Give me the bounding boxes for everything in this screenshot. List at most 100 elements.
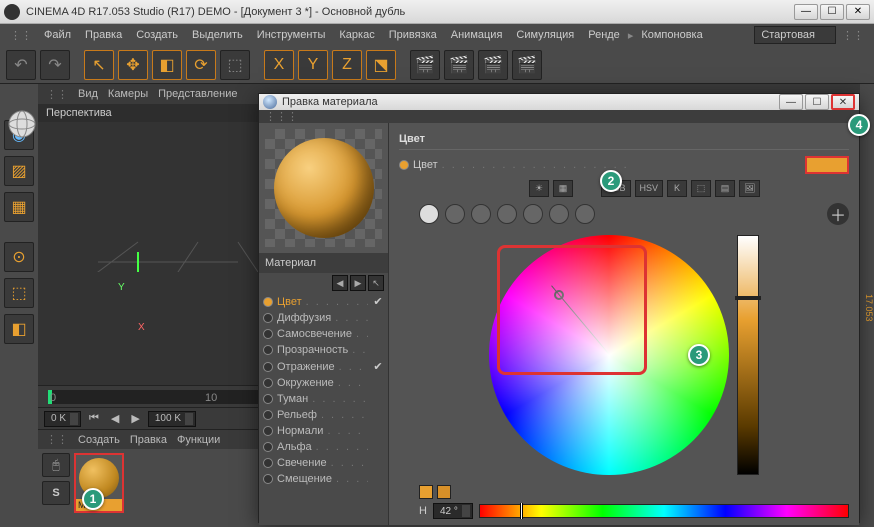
dialog-close-button[interactable]: ✕ bbox=[831, 94, 855, 110]
menu-tools[interactable]: Инструменты bbox=[251, 27, 332, 43]
goto-start-button[interactable]: ⏮ bbox=[85, 412, 103, 425]
menu-compositing[interactable]: Компоновка bbox=[635, 27, 708, 43]
next-material-button[interactable]: ▶ bbox=[350, 275, 366, 291]
channel-Альфа[interactable]: Альфа . . . . . . . bbox=[259, 439, 388, 455]
channel-Нормали[interactable]: Нормали . . . . . . . bbox=[259, 423, 388, 439]
poly-mode[interactable]: ◧ bbox=[4, 314, 34, 344]
picture-mode[interactable]: 🖼 bbox=[739, 180, 760, 197]
channel-check[interactable]: ✔ bbox=[372, 295, 384, 308]
redo-button[interactable]: ↷ bbox=[40, 50, 70, 80]
menu-mesh[interactable]: Каркас bbox=[333, 27, 380, 43]
channel-radio[interactable] bbox=[263, 313, 273, 323]
scale-tool[interactable]: ◧ bbox=[152, 50, 182, 80]
channel-radio[interactable] bbox=[263, 394, 273, 404]
channel-check[interactable]: ✔ bbox=[372, 360, 384, 373]
channel-radio[interactable] bbox=[263, 297, 273, 307]
menu-animation[interactable]: Анимация bbox=[445, 27, 509, 43]
menu-select[interactable]: Выделить bbox=[186, 27, 249, 43]
spectrum-mode[interactable]: ▦ bbox=[553, 180, 573, 197]
menu-create[interactable]: Создать bbox=[130, 27, 184, 43]
kelvin-mode[interactable]: K bbox=[667, 180, 687, 197]
mat-menu-functions[interactable]: Функции bbox=[177, 434, 220, 446]
rgb-mode[interactable]: RGB bbox=[601, 180, 631, 197]
color-wheel[interactable] bbox=[489, 235, 729, 475]
maximize-button[interactable]: ☐ bbox=[820, 4, 844, 20]
axis-z-toggle[interactable]: Z bbox=[332, 50, 362, 80]
render-settings-button[interactable]: 🎬 bbox=[478, 50, 508, 80]
channel-Прозрачность[interactable]: Прозрачность . . . . . . . bbox=[259, 342, 388, 358]
channel-radio[interactable] bbox=[263, 362, 273, 372]
channel-Самосвечение[interactable]: Самосвечение . . . . . . . bbox=[259, 326, 388, 342]
mat-view-list[interactable]: S bbox=[42, 481, 70, 505]
channel-Отражение[interactable]: Отражение . . . . . . .✔ bbox=[259, 358, 388, 375]
menu-overflow-icon[interactable]: ▸ bbox=[628, 29, 634, 42]
recent-tool[interactable]: ⬚ bbox=[220, 50, 250, 80]
vp-menu-cameras[interactable]: Камеры bbox=[108, 88, 148, 100]
picker-tool-2[interactable] bbox=[445, 204, 465, 224]
color-swatch[interactable] bbox=[805, 156, 849, 174]
minimize-button[interactable]: — bbox=[794, 4, 818, 20]
vp-menu-display[interactable]: Представление bbox=[158, 88, 237, 100]
menu-edit[interactable]: Правка bbox=[79, 27, 128, 43]
channel-radio[interactable] bbox=[263, 410, 273, 420]
hue-handle[interactable] bbox=[520, 503, 523, 519]
world-icon[interactable] bbox=[6, 108, 38, 140]
hue-slider[interactable] bbox=[479, 504, 849, 518]
channel-radio[interactable] bbox=[263, 426, 273, 436]
color-radio[interactable] bbox=[399, 160, 409, 170]
channel-Туман[interactable]: Туман . . . . . . . bbox=[259, 391, 388, 407]
picker-tool-5[interactable] bbox=[523, 204, 543, 224]
picker-tool-7[interactable] bbox=[575, 204, 595, 224]
picker-tool-6[interactable] bbox=[549, 204, 569, 224]
current-color-swatch[interactable] bbox=[419, 485, 433, 499]
pick-material-button[interactable]: ↖ bbox=[368, 275, 384, 291]
channel-Свечение[interactable]: Свечение . . . . . . . bbox=[259, 455, 388, 471]
material-thumbnail[interactable]: Мате bbox=[74, 453, 124, 513]
vp-menu-view[interactable]: Вид bbox=[78, 88, 98, 100]
swatches-mode[interactable]: ▤ bbox=[715, 180, 735, 197]
prev-material-button[interactable]: ◀ bbox=[332, 275, 348, 291]
wheel-indicator-dot[interactable] bbox=[554, 290, 564, 300]
axis-y-toggle[interactable]: Y bbox=[298, 50, 328, 80]
color-wheel-mode[interactable]: ☀ bbox=[529, 180, 549, 197]
dialog-minimize-button[interactable]: — bbox=[779, 94, 803, 110]
dialog-maximize-button[interactable]: ☐ bbox=[805, 94, 829, 110]
value-slider[interactable] bbox=[737, 235, 759, 475]
previous-color-swatch[interactable] bbox=[437, 485, 451, 499]
hue-input[interactable]: 42 ° bbox=[433, 503, 473, 519]
texture-mode[interactable]: ▨ bbox=[4, 156, 34, 186]
end-frame-input[interactable]: 100 K bbox=[148, 411, 196, 427]
mat-view-icons[interactable]: 🖰 bbox=[42, 453, 70, 477]
picker-tool-4[interactable] bbox=[497, 204, 517, 224]
menu-file[interactable]: Файл bbox=[38, 27, 77, 43]
picture-viewer-button[interactable]: 🎬 bbox=[512, 50, 542, 80]
add-preset-button[interactable]: ＋ bbox=[827, 203, 849, 225]
channel-Цвет[interactable]: Цвет . . . . . . .✔ bbox=[259, 293, 388, 310]
select-tool[interactable]: ↖ bbox=[84, 50, 114, 80]
axis-x-toggle[interactable]: X bbox=[264, 50, 294, 80]
start-frame-input[interactable]: 0 K bbox=[44, 411, 81, 427]
edge-mode[interactable]: ⬚ bbox=[4, 278, 34, 308]
channel-radio[interactable] bbox=[263, 378, 273, 388]
dialog-titlebar[interactable]: Правка материала — ☐ ✕ bbox=[259, 94, 859, 110]
channel-radio[interactable] bbox=[263, 474, 273, 484]
menu-snap[interactable]: Привязка bbox=[383, 27, 443, 43]
mat-menu-create[interactable]: Создать bbox=[78, 434, 120, 446]
hsv-mode[interactable]: HSV bbox=[635, 180, 664, 197]
rotate-tool[interactable]: ⟳ bbox=[186, 50, 216, 80]
close-button[interactable]: ✕ bbox=[846, 4, 870, 20]
picker-tool-3[interactable] bbox=[471, 204, 491, 224]
point-mode[interactable]: ⊙ bbox=[4, 242, 34, 272]
render-region-button[interactable]: 🎬 bbox=[444, 50, 474, 80]
move-tool[interactable]: ✥ bbox=[118, 50, 148, 80]
value-handle[interactable] bbox=[735, 296, 761, 300]
mixer-mode[interactable]: ⬚ bbox=[691, 180, 711, 197]
layout-dropdown[interactable]: Стартовая bbox=[754, 26, 836, 44]
channel-Рельеф[interactable]: Рельеф . . . . . . . bbox=[259, 407, 388, 423]
material-preview[interactable] bbox=[259, 123, 388, 253]
channel-radio[interactable] bbox=[263, 458, 273, 468]
render-button[interactable]: 🎬 bbox=[410, 50, 440, 80]
next-frame-button[interactable]: ▶ bbox=[127, 412, 143, 425]
prev-frame-button[interactable]: ◀ bbox=[107, 412, 123, 425]
channel-radio[interactable] bbox=[263, 345, 273, 355]
